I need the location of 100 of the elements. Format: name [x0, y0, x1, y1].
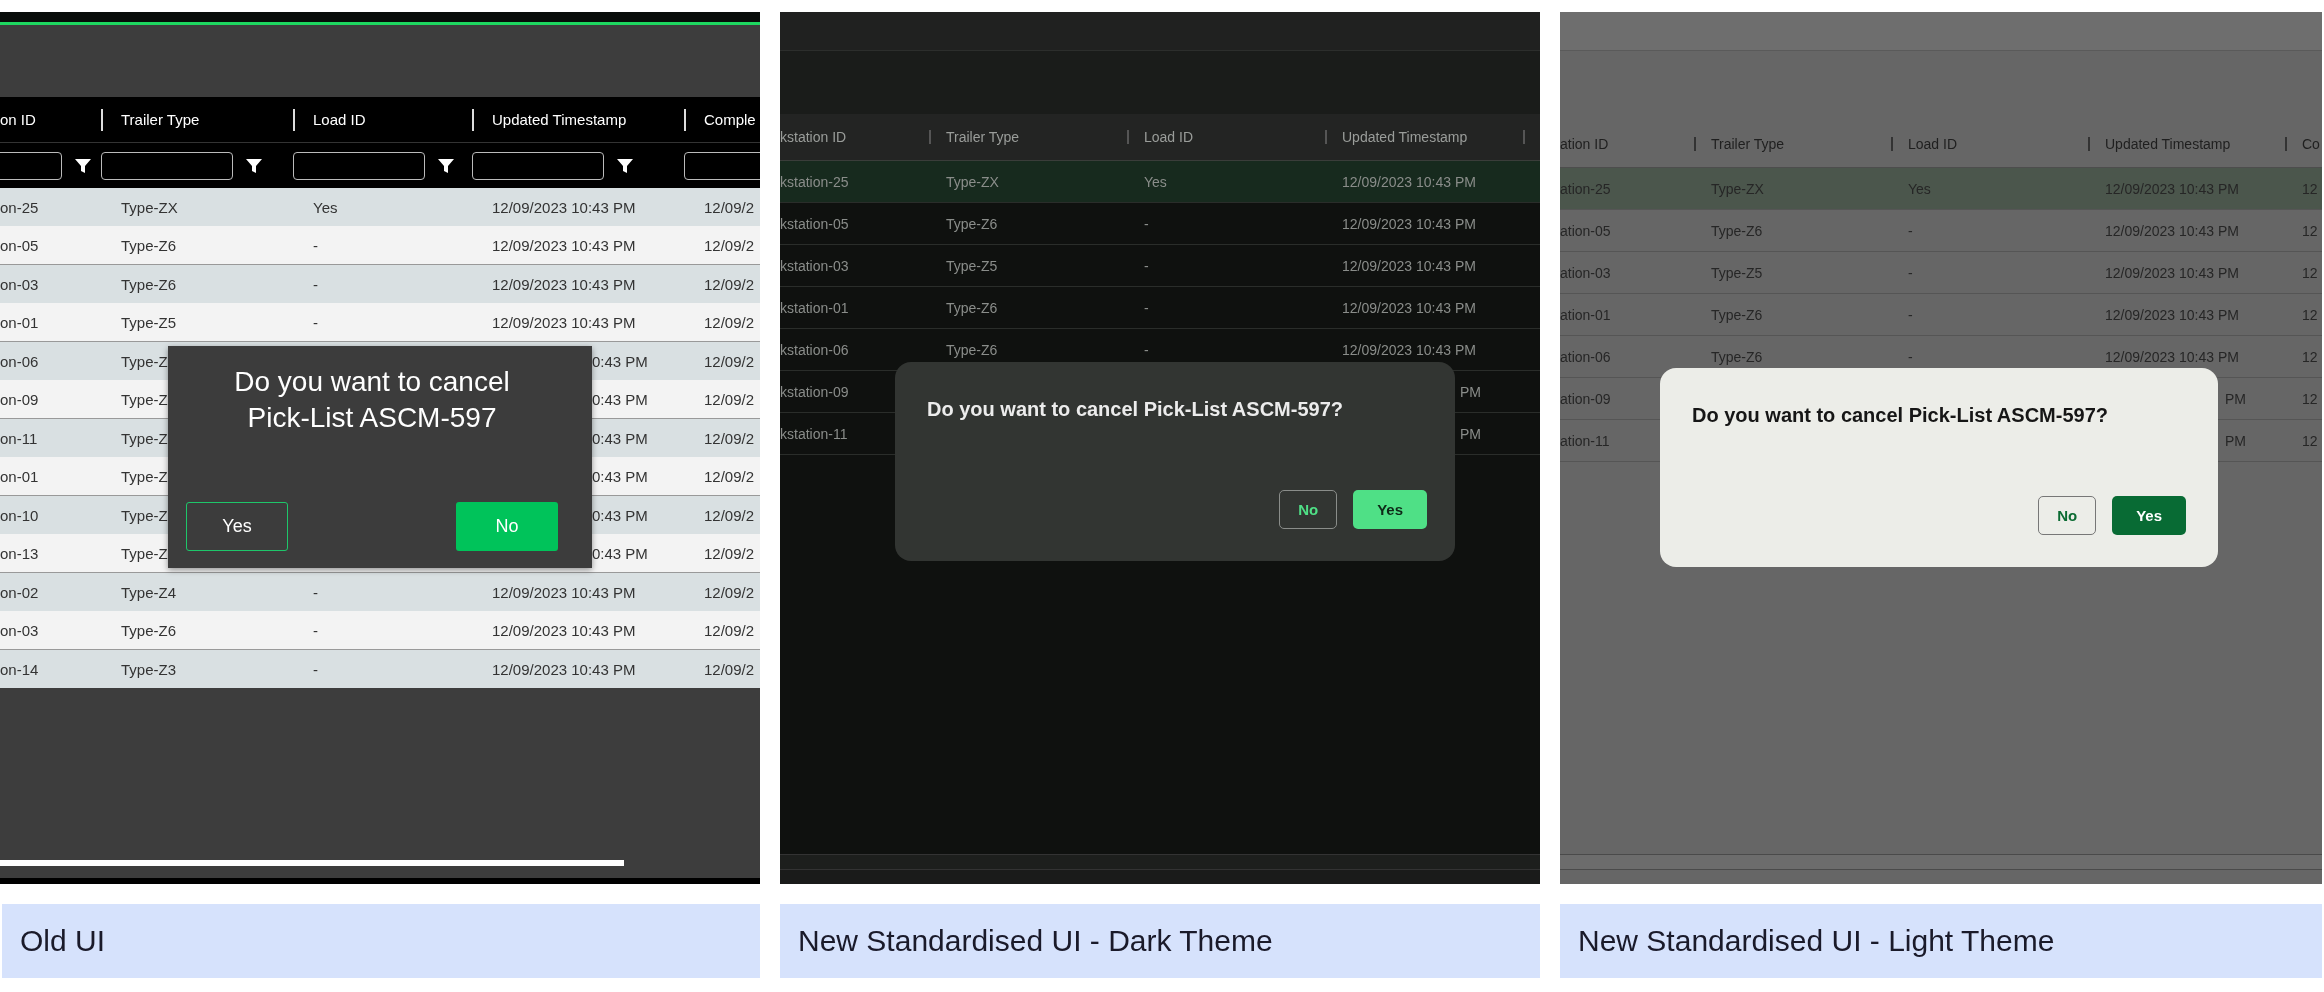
table-cell: Type-Z — [121, 506, 168, 524]
table-cell: - — [1908, 264, 1913, 281]
table-cell: Type-Z5 — [1711, 264, 1763, 281]
table-cell: 12 — [2302, 222, 2318, 239]
table-cell: Type-Z — [121, 467, 168, 485]
table-cell: 12/09/2 — [704, 198, 755, 216]
table-cell: - — [313, 660, 318, 678]
table-cell: 12/09/2 — [704, 352, 755, 370]
table-cell: 0:43 PM — [592, 390, 648, 408]
table-cell: 12/09/2023 10:43 PM — [1342, 341, 1476, 358]
table-cell: - — [1144, 257, 1149, 274]
table-cell: kstation-11 — [780, 425, 848, 442]
table-cell: 12 — [2302, 432, 2318, 449]
table-cell: 12/09/2023 10:43 PM — [1342, 173, 1476, 190]
table-cell: Type-Z6 — [121, 236, 177, 254]
table-cell: - — [1144, 299, 1149, 316]
panel-caption: Old UI — [2, 904, 760, 978]
table-cell: 12/09/2 — [704, 467, 755, 485]
table-cell: 12/09/2 — [704, 583, 755, 601]
table-cell: on-01 — [0, 313, 39, 331]
table-cell: Type-ZX — [121, 198, 178, 216]
table-cell: 12/09/2 — [704, 544, 755, 562]
table-cell: - — [313, 236, 318, 254]
table-cell: - — [313, 275, 318, 293]
table-cell: Type-Z6 — [1711, 306, 1763, 323]
table-cell: 12 — [2302, 390, 2318, 407]
table-cell: on-14 — [0, 660, 39, 678]
table-cell: Type-Z — [121, 544, 168, 562]
table-cell: Yes — [1144, 173, 1167, 190]
table-cell: - — [313, 313, 318, 331]
table-cell: Type-Z6 — [946, 215, 998, 232]
table-cell: - — [1144, 215, 1149, 232]
table-cell: 12/09/2 — [704, 313, 755, 331]
table-cell: on-06 — [0, 352, 39, 370]
table-cell: ation-03 — [1560, 264, 1611, 281]
table-cell: 12/09/2023 10:43 PM — [492, 198, 636, 216]
table-cell: ation-06 — [1560, 348, 1611, 365]
table-cell: on-25 — [0, 198, 39, 216]
table-cell: Type-Z — [121, 390, 168, 408]
table-cell: on-02 — [0, 583, 39, 601]
table-cell: 12/09/2 — [704, 660, 755, 678]
table-cell: PM — [1460, 383, 1481, 400]
table-cell: kstation-01 — [780, 299, 849, 316]
dialog-message: Do you want to cancel Pick-List ASCM-597 — [233, 365, 511, 436]
table-cell: Type-Z6 — [946, 341, 998, 358]
table-cell: 12/09/2023 10:43 PM — [492, 313, 636, 331]
table-cell: 12/09/2 — [704, 621, 755, 639]
table-cell: PM — [1460, 425, 1481, 442]
table-cell: Type-Z4 — [121, 583, 177, 601]
dialog-message: Do you want to cancel Pick-List ASCM-597? — [1692, 404, 2109, 427]
table-cell: 12/09/2023 10:43 PM — [2105, 264, 2239, 281]
table-cell: Type-Z5 — [121, 313, 177, 331]
table-cell: ation-11 — [1560, 432, 1610, 449]
table-cell: on-13 — [0, 544, 39, 562]
table-cell: 12/09/2023 10:43 PM — [1342, 257, 1476, 274]
table-cell: - — [1908, 222, 1913, 239]
table-cell: on-03 — [0, 621, 39, 639]
table-cell: 12/09/2 — [704, 390, 755, 408]
table-cell: Type-Z5 — [946, 257, 998, 274]
table-cell: 12/09/2023 10:43 PM — [2105, 306, 2239, 323]
table-cell: 12/09/2023 10:43 PM — [2105, 222, 2239, 239]
table-cell: Type-Z6 — [946, 299, 998, 316]
table-cell: on-01 — [0, 467, 39, 485]
table-cell: Type-Z3 — [121, 660, 177, 678]
table-cell: 12 — [2302, 306, 2318, 323]
table-cell: Type-Z6 — [1711, 348, 1763, 365]
table-cell: Yes — [313, 198, 338, 216]
table-cell: 0:43 PM — [592, 352, 648, 370]
table-cell: PM — [2225, 390, 2246, 407]
table-cell: ation-05 — [1560, 222, 1611, 239]
table-cell: - — [313, 583, 318, 601]
table-cell: - — [1908, 348, 1913, 365]
table-cell: 0:43 PM — [592, 544, 648, 562]
table-cell: 12/09/2023 10:43 PM — [492, 275, 636, 293]
table-cell: on-10 — [0, 506, 39, 524]
table-cell: ation-01 — [1560, 306, 1611, 323]
table-cell: Type-ZX — [946, 173, 999, 190]
table-cell: on-03 — [0, 275, 39, 293]
table-cell: on-05 — [0, 236, 39, 254]
table-cell: 12/09/2023 10:43 PM — [492, 583, 636, 601]
table-cell: PM — [2225, 432, 2246, 449]
panel-caption: New Standardised UI - Dark Theme — [780, 904, 1540, 978]
table-cell: Type-Z — [121, 429, 168, 447]
table-cell: kstation-05 — [780, 215, 849, 232]
table-cell: 12/09/2 — [704, 506, 755, 524]
table-cell: 12/09/2 — [704, 429, 755, 447]
table-cell: on-11 — [0, 429, 38, 447]
table-cell: Type-Z6 — [121, 275, 177, 293]
table-cell: 12/09/2 — [704, 236, 755, 254]
table-cell: Type-Z6 — [1711, 222, 1763, 239]
table-cell: on-09 — [0, 390, 39, 408]
table-cell: 12/09/2023 10:43 PM — [1342, 215, 1476, 232]
table-cell: 0:43 PM — [592, 429, 648, 447]
table-cell: kstation-09 — [780, 383, 849, 400]
table-cell: 12 — [2302, 348, 2318, 365]
table-cell: 12/09/2023 10:43 PM — [1342, 299, 1476, 316]
table-cell: 12 — [2302, 264, 2318, 281]
table-cell: ation-09 — [1560, 390, 1611, 407]
table-cell: 12/09/2 — [704, 275, 755, 293]
table-cell: Type-Z — [121, 352, 168, 370]
